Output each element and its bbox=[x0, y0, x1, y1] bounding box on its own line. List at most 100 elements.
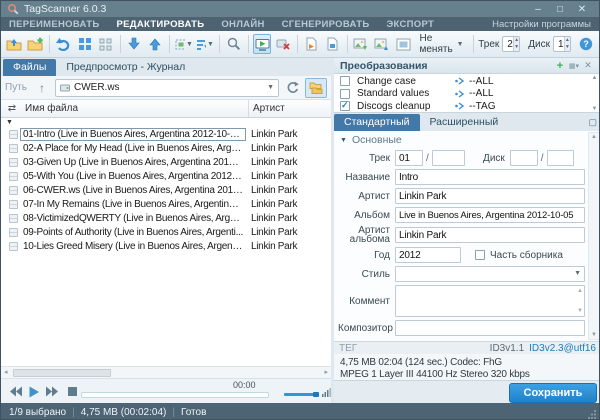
comment-textarea[interactable]: ▲ ▼ bbox=[395, 285, 585, 317]
open-folder-icon[interactable] bbox=[5, 34, 23, 54]
menu-generate[interactable]: СГЕНЕРИРОВАТЬ bbox=[282, 19, 370, 30]
menu-edit[interactable]: РЕДАКТИРОВАТЬ bbox=[116, 19, 204, 30]
file-name[interactable]: 09-Points of Authority (Live in Buenos A… bbox=[21, 227, 245, 238]
scrollbar-thumb[interactable] bbox=[13, 369, 111, 377]
file-row[interactable]: 03-Given Up (Live in Buenos Aires, Argen… bbox=[1, 155, 331, 169]
stop-button[interactable] bbox=[67, 386, 78, 397]
menu-rename[interactable]: ПЕРЕИМЕНОВАТЬ bbox=[9, 19, 99, 30]
genre-select[interactable]: ▼ bbox=[395, 266, 585, 282]
undo-icon[interactable] bbox=[55, 34, 73, 54]
transform-scrollbar[interactable]: ▲ ▼ bbox=[589, 75, 600, 112]
disc-number-input[interactable] bbox=[510, 150, 538, 166]
title-input[interactable]: Intro bbox=[395, 169, 585, 185]
transform-checkbox[interactable] bbox=[340, 76, 350, 86]
move-down-icon[interactable] bbox=[125, 34, 143, 54]
group-expander-icon[interactable]: ▼ bbox=[1, 118, 331, 127]
cover-action-dropdown[interactable]: Не менять▼ bbox=[415, 34, 467, 54]
small-grid-view-icon[interactable] bbox=[97, 34, 115, 54]
scroll-left-icon[interactable]: ◂ bbox=[4, 368, 8, 378]
sort-dropdown[interactable]: ▼ bbox=[196, 34, 214, 54]
file-row[interactable]: 10-Lies Greed Misery (Live in Buenos Air… bbox=[1, 239, 331, 253]
file-row[interactable]: 02-A Place for My Head (Live in Buenos A… bbox=[1, 141, 331, 155]
import-cover-icon[interactable] bbox=[352, 34, 370, 54]
scroll-right-icon[interactable]: ▸ bbox=[324, 368, 328, 378]
transform-menu-icon[interactable]: ▦▾ bbox=[567, 62, 581, 70]
close-button[interactable]: ✕ bbox=[571, 4, 593, 15]
minimize-button[interactable]: – bbox=[527, 4, 549, 15]
file-row[interactable]: 07-In My Remains (Live in Buenos Aires, … bbox=[1, 197, 331, 211]
menu-online[interactable]: ОНЛАЙН bbox=[221, 19, 264, 30]
file-row[interactable]: 05-With You (Live in Buenos Aires, Argen… bbox=[1, 169, 331, 183]
remove-tag-icon[interactable] bbox=[274, 34, 292, 54]
transform-checkbox[interactable] bbox=[340, 89, 350, 99]
form-scrollbar[interactable]: ▲ ▼ bbox=[588, 132, 600, 340]
file-row[interactable]: 01-Intro (Live in Buenos Aires, Argentin… bbox=[1, 127, 331, 141]
column-filename[interactable]: Имя файла bbox=[23, 100, 249, 117]
transform-row[interactable]: Standard values--ALL bbox=[334, 88, 600, 101]
tab-extended[interactable]: Расширенный bbox=[420, 114, 509, 131]
transform-row[interactable]: Discogs cleanup--TAG bbox=[334, 100, 600, 113]
file-name[interactable]: 06-CWER.ws (Live in Buenos Aires, Argent… bbox=[21, 185, 245, 196]
artist-input[interactable]: Linkin Park bbox=[395, 188, 585, 204]
search-icon[interactable] bbox=[225, 34, 243, 54]
disc-spinner[interactable]: 1 ▲▼ bbox=[553, 36, 571, 52]
cover-window-icon[interactable] bbox=[394, 34, 412, 54]
disc-total-input[interactable] bbox=[547, 150, 574, 166]
move-up-icon[interactable] bbox=[146, 34, 164, 54]
file-name[interactable]: 07-In My Remains (Live in Buenos Aires, … bbox=[21, 199, 245, 210]
maximize-button[interactable]: □ bbox=[549, 4, 571, 15]
file-row[interactable]: 09-Points of Authority (Live in Buenos A… bbox=[1, 225, 331, 239]
grid-view-icon[interactable] bbox=[76, 34, 94, 54]
player-panel-toggle[interactable] bbox=[253, 34, 271, 54]
track-spinner[interactable]: 2 ▲▼ bbox=[502, 36, 520, 52]
file-name[interactable]: 05-With You (Live in Buenos Aires, Argen… bbox=[21, 171, 245, 182]
folder-up-icon[interactable]: ↑ bbox=[33, 79, 51, 97]
export-cover-icon[interactable] bbox=[373, 34, 391, 54]
composer-input[interactable] bbox=[395, 320, 585, 336]
tab-preview-log[interactable]: Предпросмотр - Журнал bbox=[56, 59, 195, 76]
tab-standard[interactable]: Стандартный bbox=[334, 114, 420, 131]
track-total-input[interactable] bbox=[432, 150, 465, 166]
menu-settings[interactable]: Настройки программы bbox=[492, 19, 591, 30]
path-combobox[interactable]: CWER.ws ▼ bbox=[55, 79, 279, 97]
playlist-file-icon[interactable] bbox=[303, 34, 321, 54]
year-input[interactable]: 2012 bbox=[395, 247, 461, 263]
fast-forward-button[interactable] bbox=[45, 386, 59, 397]
save-button[interactable]: Сохранить bbox=[509, 383, 597, 403]
compilation-checkbox[interactable] bbox=[475, 250, 485, 260]
file-name[interactable]: 08-VictimizedQWERTY (Live in Buenos Aire… bbox=[21, 213, 245, 224]
play-button[interactable] bbox=[28, 386, 40, 398]
folder-tree-toggle[interactable] bbox=[305, 78, 327, 98]
refresh-icon[interactable] bbox=[283, 79, 301, 97]
tab-files[interactable]: Файлы bbox=[3, 59, 56, 76]
panel-maximize-icon[interactable]: ▢ bbox=[588, 117, 597, 128]
resize-grip-icon[interactable] bbox=[588, 410, 597, 419]
rewind-button[interactable] bbox=[9, 386, 23, 397]
file-row[interactable]: 06-CWER.ws (Live in Buenos Aires, Argent… bbox=[1, 183, 331, 197]
tag-id3v2[interactable]: ID3v2.3@utf16 bbox=[529, 343, 596, 354]
track-number-input[interactable]: 01 bbox=[395, 150, 423, 166]
copy-file-icon[interactable] bbox=[324, 34, 342, 54]
file-artist: Linkin Park bbox=[245, 241, 297, 252]
swap-columns-icon[interactable]: ⇄ bbox=[1, 103, 23, 114]
album-input[interactable]: Live in Buenos Aires, Argentina 2012-10-… bbox=[395, 207, 585, 223]
column-artist[interactable]: Артист bbox=[249, 103, 285, 114]
add-transform-icon[interactable]: + bbox=[553, 60, 567, 72]
transform-close-icon[interactable]: ✕ bbox=[581, 60, 595, 71]
file-name[interactable]: 03-Given Up (Live in Buenos Aires, Argen… bbox=[21, 157, 245, 168]
menu-export[interactable]: ЭКСПОРТ bbox=[386, 19, 434, 30]
albumartist-input[interactable]: Linkin Park bbox=[395, 227, 585, 243]
file-row[interactable]: 08-VictimizedQWERTY (Live in Buenos Aire… bbox=[1, 211, 331, 225]
horizontal-scrollbar[interactable]: ◂ ▸ bbox=[1, 366, 331, 378]
seek-bar[interactable] bbox=[81, 392, 269, 398]
help-icon[interactable]: ? bbox=[577, 34, 595, 54]
select-files-dropdown[interactable]: ▼ bbox=[175, 34, 193, 54]
volume-slider[interactable] bbox=[284, 393, 319, 396]
section-main[interactable]: ▼ Основные bbox=[338, 133, 585, 147]
add-folder-icon[interactable] bbox=[26, 34, 44, 54]
transform-row[interactable]: Change case--ALL bbox=[334, 75, 600, 88]
file-name[interactable]: 10-Lies Greed Misery (Live in Buenos Air… bbox=[21, 241, 245, 252]
transform-checkbox[interactable] bbox=[340, 101, 350, 111]
file-name[interactable]: 02-A Place for My Head (Live in Buenos A… bbox=[21, 143, 245, 154]
file-name[interactable]: 01-Intro (Live in Buenos Aires, Argentin… bbox=[21, 129, 245, 140]
